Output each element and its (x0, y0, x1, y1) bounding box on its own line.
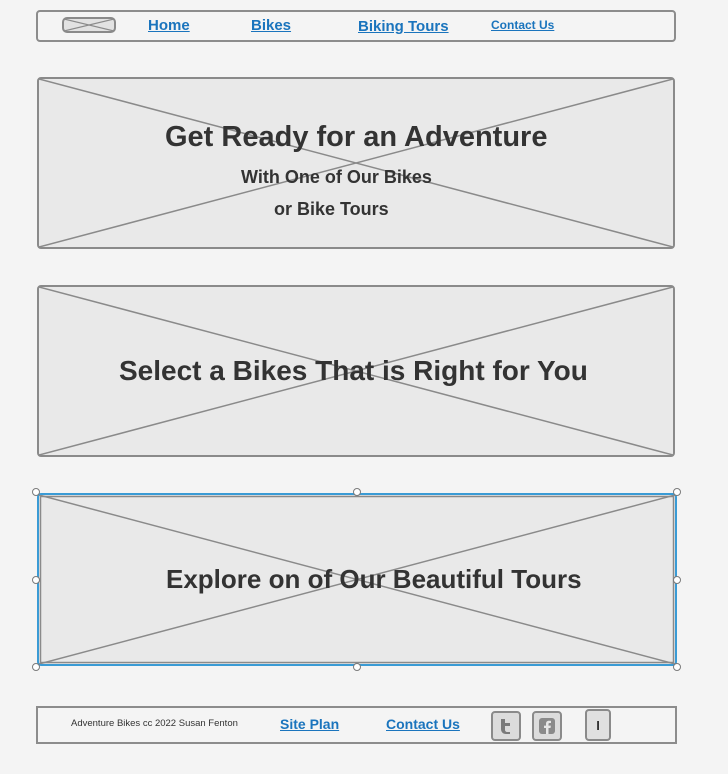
resize-handle-middle-right[interactable] (673, 576, 681, 584)
facebook-icon[interactable] (532, 711, 562, 741)
twitter-icon[interactable] (491, 711, 521, 741)
logo-placeholder-icon[interactable] (62, 17, 116, 33)
hero-subtitle-line2: or Bike Tours (274, 199, 389, 219)
resize-handle-middle-left[interactable] (32, 576, 40, 584)
resize-handle-top-left[interactable] (32, 488, 40, 496)
footer-copyright: Adventure Bikes cc 2022 Susan Fenton (71, 718, 238, 729)
hero-image-placeholder: Get Ready for an Adventure With One of O… (37, 77, 675, 249)
hero-title: Get Ready for an Adventure (165, 121, 548, 153)
footer-contact-link[interactable]: Contact Us (386, 716, 460, 732)
hero-subtitle-line1: With One of Our Bikes (241, 167, 432, 187)
tours-image-placeholder[interactable]: Explore on of Our Beautiful Tours (37, 493, 677, 666)
nav-biking-tours-link[interactable]: Biking Tours (358, 18, 449, 35)
resize-handle-top-right[interactable] (673, 488, 681, 496)
footer-site-plan-link[interactable]: Site Plan (280, 716, 339, 732)
resize-handle-bottom-right[interactable] (673, 663, 681, 671)
footer-bar: Adventure Bikes cc 2022 Susan Fenton Sit… (36, 706, 677, 744)
bikes-image-placeholder: Select a Bikes That is Right for You (37, 285, 675, 457)
nav-contact-link[interactable]: Contact Us (491, 18, 554, 32)
nav-home-link[interactable]: Home (148, 17, 190, 34)
resize-handle-top-center[interactable] (353, 488, 361, 496)
instagram-glyph: I (596, 717, 600, 733)
instagram-icon[interactable]: I (585, 709, 611, 741)
tours-section-title: Explore on of Our Beautiful Tours (166, 564, 582, 594)
nav-bikes-link[interactable]: Bikes (251, 17, 291, 34)
placeholder-cross-icon (39, 79, 673, 247)
nav-bar: Home Bikes Biking Tours Contact Us (36, 10, 676, 42)
resize-handle-bottom-center[interactable] (353, 663, 361, 671)
bikes-section-title: Select a Bikes That is Right for You (119, 355, 588, 386)
resize-handle-bottom-left[interactable] (32, 663, 40, 671)
